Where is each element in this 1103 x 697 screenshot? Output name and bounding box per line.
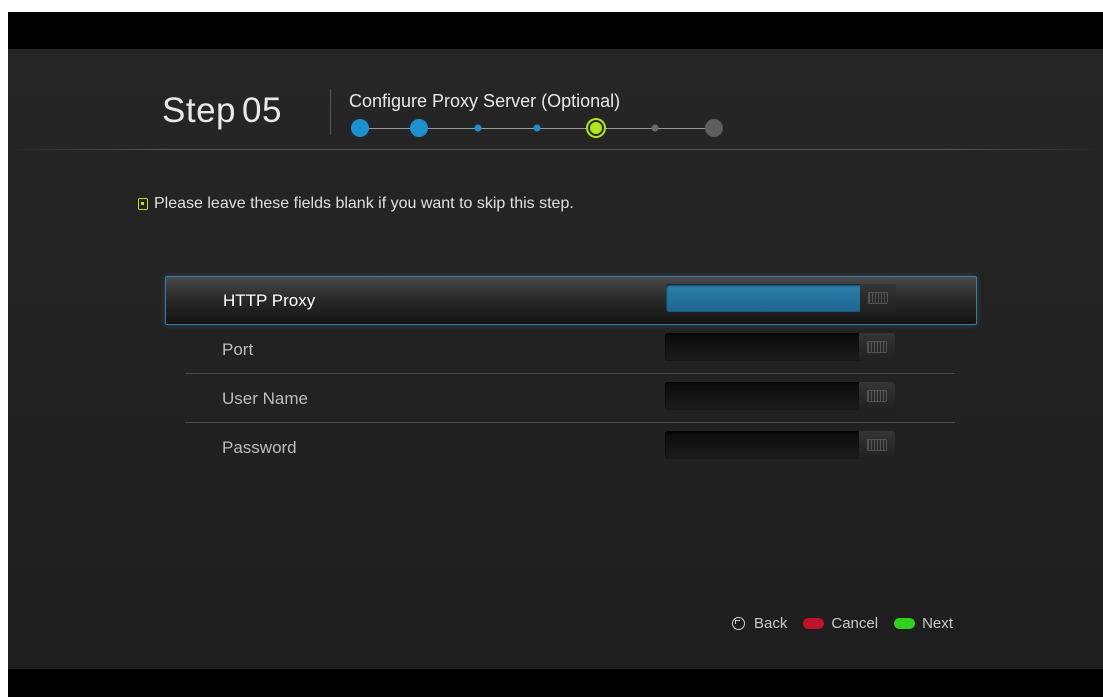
notice-text: Please leave these fields blank if you w… bbox=[154, 195, 574, 212]
port-label: Port bbox=[222, 340, 254, 359]
cancel-label: Cancel bbox=[831, 615, 879, 632]
keyboard-icon bbox=[868, 292, 888, 304]
page-title: Configure Proxy Server (Optional) bbox=[349, 91, 621, 111]
next-button[interactable]: Next bbox=[894, 615, 953, 632]
header-divider bbox=[330, 89, 331, 135]
http-proxy-label: HTTP Proxy bbox=[223, 291, 316, 310]
progress-step-4 bbox=[533, 124, 541, 132]
red-button-icon bbox=[803, 618, 825, 629]
next-label: Next bbox=[922, 615, 953, 632]
progress-step-current bbox=[590, 122, 602, 134]
keyboard-icon bbox=[867, 341, 887, 353]
step-progress bbox=[348, 117, 728, 141]
user-name-keyboard-button[interactable] bbox=[859, 382, 895, 410]
password-row[interactable]: Password bbox=[165, 423, 977, 472]
password-label: Password bbox=[222, 438, 297, 457]
cancel-button[interactable]: Cancel bbox=[803, 615, 878, 632]
http-proxy-row[interactable]: HTTP Proxy bbox=[165, 276, 977, 325]
http-proxy-keyboard-button[interactable] bbox=[860, 284, 896, 312]
clipboard-icon bbox=[138, 198, 148, 210]
progress-step-6 bbox=[651, 124, 659, 132]
proxy-form: HTTP Proxy Port User Name Password bbox=[165, 276, 977, 472]
back-label: Back bbox=[754, 615, 788, 632]
user-name-row[interactable]: User Name bbox=[165, 374, 977, 423]
keyboard-icon bbox=[867, 439, 887, 451]
notice: Please leave these fields blank if you w… bbox=[138, 195, 574, 213]
keyboard-icon bbox=[867, 390, 887, 402]
progress-step-7 bbox=[705, 119, 723, 137]
back-button[interactable]: Back bbox=[732, 615, 787, 632]
password-keyboard-button[interactable] bbox=[859, 431, 895, 459]
port-row[interactable]: Port bbox=[165, 325, 977, 374]
progress-step-1 bbox=[351, 119, 369, 137]
user-name-label: User Name bbox=[222, 389, 308, 408]
progress-step-3 bbox=[474, 124, 482, 132]
screen: Step 05 Configure Proxy Server (Optional)… bbox=[8, 12, 1103, 697]
step-number: 05 bbox=[242, 91, 282, 130]
bottom-letterbox bbox=[8, 669, 1103, 697]
green-button-icon bbox=[894, 618, 916, 629]
button-legend: Back Cancel Next bbox=[732, 615, 969, 632]
header-separator bbox=[8, 149, 1103, 150]
step-label: Step 05 bbox=[162, 91, 282, 131]
back-icon bbox=[732, 617, 745, 630]
wizard-panel: Step 05 Configure Proxy Server (Optional)… bbox=[8, 49, 1103, 669]
progress-step-2 bbox=[410, 119, 428, 137]
port-keyboard-button[interactable] bbox=[859, 333, 895, 361]
step-word: Step bbox=[162, 91, 236, 130]
